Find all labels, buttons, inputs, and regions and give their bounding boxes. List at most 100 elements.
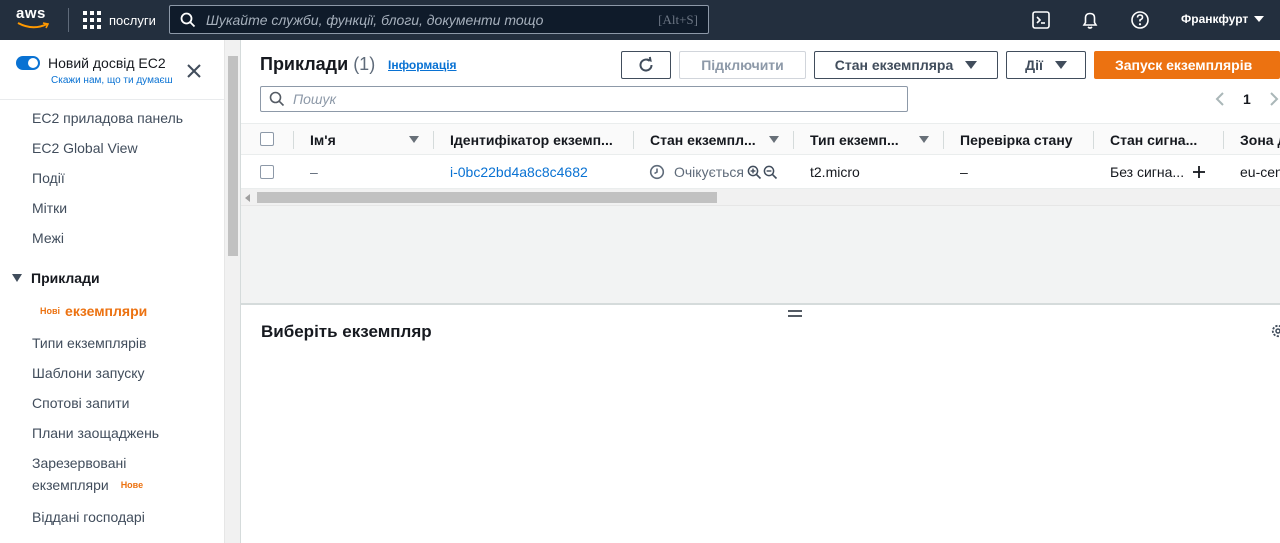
column-header-instance-type[interactable]: Тип екземп...: [810, 124, 910, 155]
new-experience-toggle[interactable]: [16, 56, 40, 70]
close-icon[interactable]: [185, 62, 203, 80]
refresh-icon: [639, 56, 653, 72]
aws-logo[interactable]: aws: [16, 6, 52, 34]
info-link[interactable]: Інформація: [388, 58, 457, 72]
sidebar-item-global-view[interactable]: EC2 Global View: [32, 137, 138, 159]
cell-status-check: –: [960, 164, 968, 180]
sidebar-item-tags[interactable]: Мітки: [32, 197, 67, 219]
drag-handle-icon[interactable]: [788, 310, 802, 319]
caret-down-icon: [12, 274, 22, 282]
sidebar-item-label: екземпляри: [65, 303, 148, 319]
top-navigation: aws послуги Шукайте служби, функції, бло…: [0, 0, 1280, 40]
add-alarm-icon[interactable]: [1192, 165, 1206, 179]
cell-alarm-status: Без сигна...: [1110, 164, 1185, 180]
scrollbar-thumb[interactable]: [228, 56, 238, 256]
table-header: Ім'я Ідентифікатор екземп... Стан екземп…: [241, 123, 1280, 155]
table-row[interactable]: – i-0bc22bd4a8c8c4682 Очікується t2.micr…: [241, 155, 1280, 189]
sidebar-item-label: Зарезервовані: [32, 455, 127, 471]
sidebar-item-instance-types[interactable]: Типи екземплярів: [32, 332, 146, 354]
column-divider: [433, 131, 434, 149]
sidebar-item-limits[interactable]: Межі: [32, 227, 64, 249]
sidebar-section-label: Приклади: [31, 270, 100, 286]
cell-instance-id-link[interactable]: i-0bc22bd4a8c8c4682: [450, 155, 630, 189]
new-badge: Нові: [40, 306, 61, 316]
sidebar-item-label: екземпляри: [32, 477, 109, 493]
zoom-in-icon[interactable]: [747, 165, 762, 180]
notifications-bell-icon[interactable]: [1080, 10, 1100, 30]
launch-instances-button[interactable]: Запуск екземплярів: [1094, 51, 1280, 79]
table-horizontal-scrollbar[interactable]: [241, 189, 1280, 206]
column-divider: [1223, 131, 1224, 149]
feedback-link[interactable]: Скажи нам, що ти думаєш: [51, 75, 173, 86]
apps-grid-icon: [83, 11, 101, 29]
global-search-input[interactable]: Шукайте служби, функції, блоги, документ…: [169, 5, 709, 34]
column-header-instance-id[interactable]: Ідентифікатор екземп...: [450, 124, 635, 155]
column-header-alarm-status[interactable]: Стан сигна...: [1110, 124, 1220, 155]
cell-instance-type: t2.micro: [810, 164, 860, 180]
gear-icon[interactable]: [1270, 323, 1280, 339]
column-divider: [793, 131, 794, 149]
sidebar-item-dashboard[interactable]: EC2 приладова панель: [32, 107, 183, 129]
page-title-text: Приклади: [260, 54, 349, 74]
sidebar-item-spot-requests[interactable]: Спотові запити: [32, 392, 130, 414]
column-divider: [1093, 131, 1094, 149]
connect-label: Підключити: [701, 57, 784, 73]
sidebar-item-reserved-instances[interactable]: Зарезервовані екземпляри Нове: [32, 452, 143, 496]
column-divider: [293, 131, 294, 149]
select-all-checkbox[interactable]: [260, 132, 274, 146]
column-divider: [943, 131, 944, 149]
page-title: Приклади (1): [260, 54, 375, 75]
aws-logo-text: aws: [16, 5, 46, 22]
previous-page-icon[interactable]: [1214, 91, 1226, 107]
scrollbar-thumb[interactable]: [257, 192, 717, 203]
search-icon: [180, 12, 196, 27]
next-page-icon[interactable]: [1268, 91, 1280, 107]
sidebar-item-dedicated-hosts[interactable]: Віддані господарі: [32, 506, 145, 528]
search-icon: [269, 91, 285, 107]
current-page[interactable]: 1: [1243, 91, 1251, 107]
cell-name: –: [310, 164, 318, 180]
column-divider: [633, 131, 634, 149]
sidebar-section-instances[interactable]: Приклади: [12, 270, 100, 286]
aws-smile-icon: [17, 22, 49, 29]
new-experience-title: Новий досвід EC2: [48, 55, 166, 71]
sidebar-item-events[interactable]: Події: [32, 167, 65, 189]
instance-search-input[interactable]: Пошук: [260, 86, 908, 112]
sort-icon[interactable]: [919, 136, 929, 143]
search-placeholder: Пошук: [293, 91, 337, 107]
column-header-instance-state[interactable]: Стан екземпл...: [650, 124, 765, 155]
zoom-out-icon[interactable]: [763, 165, 778, 180]
sort-icon[interactable]: [769, 136, 779, 143]
detail-panel-title: Виберіть екземпляр: [261, 322, 432, 341]
chevron-down-icon: [1254, 16, 1265, 22]
help-icon[interactable]: [1130, 10, 1150, 30]
clock-icon: [649, 164, 665, 180]
column-header-name[interactable]: Ім'я: [310, 124, 400, 155]
caret-down-icon: [965, 61, 978, 69]
region-label: Франкфурт: [1181, 12, 1249, 26]
sidebar: Новий досвід EC2 Скажи нам, що ти думаєш…: [0, 40, 224, 543]
launch-instances-label: Запуск екземплярів: [1115, 57, 1253, 73]
actions-label: Дії: [1025, 57, 1043, 73]
table-empty-area: [241, 206, 1280, 303]
refresh-button[interactable]: [621, 51, 671, 79]
region-selector[interactable]: Франкфурт: [1181, 12, 1265, 26]
services-menu-button[interactable]: послуги: [83, 10, 156, 30]
cell-availability-zone: eu-cen: [1240, 164, 1280, 180]
actions-dropdown[interactable]: Дії: [1006, 51, 1086, 79]
sidebar-scrollbar[interactable]: [224, 40, 240, 543]
instance-state-dropdown[interactable]: Стан екземпляра: [814, 51, 998, 79]
column-header-status-check[interactable]: Перевірка стану: [960, 124, 1090, 155]
scroll-left-arrow-icon[interactable]: [245, 194, 250, 202]
search-placeholder: Шукайте служби, функції, блоги, документ…: [206, 11, 544, 28]
row-checkbox[interactable]: [260, 165, 274, 179]
cloudshell-icon[interactable]: [1031, 10, 1051, 30]
connect-button[interactable]: Підключити: [679, 51, 806, 79]
sort-icon[interactable]: [409, 136, 419, 143]
sidebar-item-launch-templates[interactable]: Шаблони запуску: [32, 362, 144, 384]
sidebar-item-savings-plans[interactable]: Плани заощаджень: [32, 422, 159, 444]
sidebar-item-instances[interactable]: Нові екземпляри: [40, 300, 147, 322]
split-panel-divider[interactable]: [241, 303, 1280, 305]
new-badge: Нове: [120, 480, 144, 490]
column-header-availability-zone[interactable]: Зона д: [1240, 124, 1280, 155]
